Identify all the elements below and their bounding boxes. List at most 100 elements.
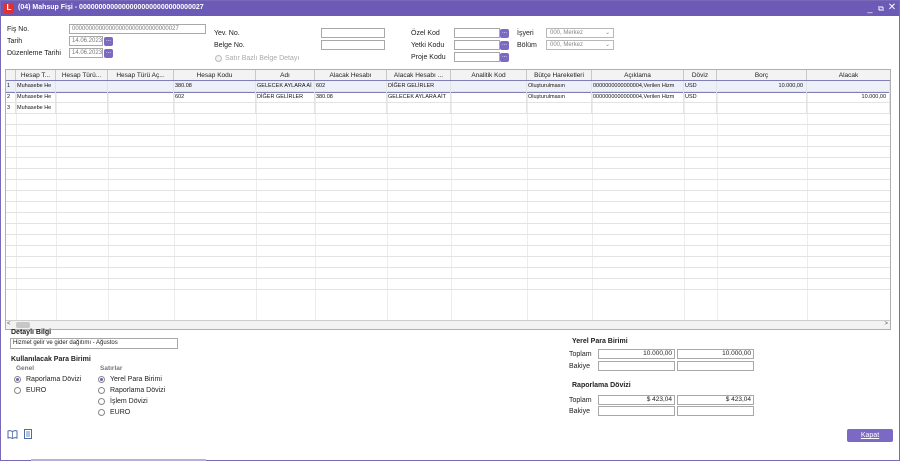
table-cell-hesap-turu[interactable]	[56, 81, 108, 92]
table-cell-hesap-turu-ac[interactable]	[108, 92, 174, 103]
table-cell-hesap-t[interactable]: Muhasebe He	[16, 103, 56, 114]
table-cell-no[interactable]: 2	[6, 92, 16, 103]
transaction-grid[interactable]: Hesap T... Hesap Türü... Hesap Türü Aç..…	[5, 69, 891, 330]
table-cell-hesap-t[interactable]: Muhasebe He	[16, 92, 56, 103]
table-cell-borc[interactable]	[717, 103, 807, 114]
table-row[interactable]	[6, 136, 890, 147]
column-header[interactable]: Döviz	[684, 70, 717, 81]
column-header[interactable]: Borç	[717, 70, 807, 81]
table-cell-no[interactable]: 1	[6, 81, 16, 92]
table-row[interactable]: 2 Muhasebe He 602 DİĞER GELİRLER 380.08 GELEC…	[6, 92, 890, 103]
genel-euro-radio[interactable]	[14, 387, 21, 394]
ozel-kod-input[interactable]	[454, 28, 500, 38]
table-cell-doviz[interactable]: USD	[684, 81, 717, 92]
table-cell-aciklama[interactable]: 0000000000000004,Verilen Hizm	[592, 92, 684, 103]
table-cell-alacak-hesabi-adi[interactable]: DİĞER GELİRLER	[387, 81, 451, 92]
table-cell-hesap-t[interactable]: Muhasebe He	[16, 81, 56, 92]
genel-raporlama-dovizi-radio[interactable]	[14, 376, 21, 383]
table-cell-butce[interactable]: Oluşturulmasın	[527, 81, 592, 92]
table-row[interactable]	[6, 114, 890, 125]
proje-kodu-lookup-button[interactable]: ...	[500, 53, 509, 62]
table-row[interactable]	[6, 169, 890, 180]
table-row[interactable]	[6, 213, 890, 224]
book-icon[interactable]	[7, 430, 18, 441]
satirlar-raporlama-radio[interactable]	[98, 387, 105, 394]
ozel-kod-lookup-button[interactable]: ...	[500, 29, 509, 38]
table-cell-no[interactable]: 3	[6, 103, 16, 114]
table-cell-alacak-hesabi[interactable]: 602	[315, 81, 387, 92]
table-cell-alacak-hesabi[interactable]	[315, 103, 387, 114]
isyeri-select[interactable]: 000, Merkez ⌄	[546, 28, 614, 38]
duzenleme-tarihi-input[interactable]: 14.06.2023	[69, 48, 103, 58]
table-cell-aciklama[interactable]: 0000000000000004,Verilen Hizm	[592, 81, 684, 92]
table-row[interactable]	[6, 158, 890, 169]
kapat-button[interactable]: Kapat	[847, 429, 893, 442]
column-header[interactable]: Analitik Kod	[451, 70, 527, 81]
table-cell-hesap-turu[interactable]	[56, 92, 108, 103]
table-cell-hesap-turu-ac[interactable]	[108, 81, 174, 92]
column-header[interactable]: Hesap Türü...	[56, 70, 108, 81]
table-cell-alacak-hesabi[interactable]: 380.08	[315, 92, 387, 103]
column-header[interactable]: Açıklama	[592, 70, 684, 81]
table-cell-butce[interactable]	[527, 103, 592, 114]
table-cell-alacak[interactable]	[807, 81, 890, 92]
column-header[interactable]: Alacak Hesabı ...	[387, 70, 451, 81]
table-row[interactable]	[6, 202, 890, 213]
table-cell-alacak[interactable]: 10.000,00	[807, 92, 890, 103]
column-header[interactable]: Alacak Hesabı	[315, 70, 387, 81]
minimize-icon[interactable]: _	[865, 2, 875, 14]
table-cell-borc[interactable]: 10.000,00	[717, 81, 807, 92]
table-cell-adi[interactable]	[256, 103, 315, 114]
close-icon[interactable]: ✕	[887, 2, 897, 14]
column-header[interactable]: Alacak	[807, 70, 890, 81]
satirlar-islem-radio[interactable]	[98, 398, 105, 405]
table-cell-alacak[interactable]	[807, 103, 890, 114]
table-cell-aciklama[interactable]	[592, 103, 684, 114]
table-cell-adi[interactable]: GELECEK AYLARA Aİ	[256, 81, 315, 92]
table-cell-alacak-hesabi-adi[interactable]	[387, 103, 451, 114]
table-row[interactable]	[6, 235, 890, 246]
document-icon[interactable]	[24, 429, 32, 441]
yetki-kodu-input[interactable]	[454, 40, 500, 50]
table-row[interactable]	[6, 268, 890, 279]
bolum-select[interactable]: 000, Merkez ⌄	[546, 40, 614, 50]
table-cell-hesap-kodu[interactable]: 602	[174, 92, 256, 103]
yev-no-input[interactable]	[321, 28, 385, 38]
satir-bazli-checkbox[interactable]	[215, 55, 222, 62]
table-row[interactable]	[6, 147, 890, 158]
column-header[interactable]: Hesap T...	[16, 70, 56, 81]
duzenleme-tarihi-calendar-button[interactable]: ...	[104, 49, 113, 58]
fis-no-input[interactable]: 00000000000000000000000000000027	[69, 24, 206, 34]
scrollbar-thumb[interactable]	[16, 322, 30, 328]
scroll-right-icon[interactable]: >	[884, 321, 888, 327]
detayli-bilgi-input[interactable]: Hizmet gelir ve gider dağıtımı - Ağustos	[10, 338, 178, 349]
satirlar-yerel-radio[interactable]	[98, 376, 105, 383]
table-row[interactable]	[6, 246, 890, 257]
table-row[interactable]	[6, 191, 890, 202]
table-row[interactable]	[6, 125, 890, 136]
yetki-kodu-lookup-button[interactable]: ...	[500, 41, 509, 50]
table-cell-analitik[interactable]	[451, 92, 527, 103]
table-row[interactable]	[6, 257, 890, 268]
table-cell-hesap-turu[interactable]	[56, 103, 108, 114]
table-cell-analitik[interactable]	[451, 81, 527, 92]
column-header[interactable]: Adı	[256, 70, 315, 81]
table-cell-hesap-kodu[interactable]: 380.08	[174, 81, 256, 92]
table-cell-adi[interactable]: DİĞER GELİRLER	[256, 92, 315, 103]
tarih-input[interactable]: 14.06.2023	[69, 36, 103, 46]
column-header[interactable]: Bütçe Hareketleri	[527, 70, 592, 81]
table-cell-borc[interactable]	[717, 92, 807, 103]
satirlar-euro-radio[interactable]	[98, 409, 105, 416]
column-header[interactable]: Hesap Türü Aç...	[108, 70, 174, 81]
table-cell-hesap-kodu[interactable]	[174, 103, 256, 114]
table-cell-analitik[interactable]	[451, 103, 527, 114]
restore-icon[interactable]: ⧉	[876, 3, 886, 15]
belge-no-input[interactable]	[321, 40, 385, 50]
table-row[interactable]	[6, 224, 890, 235]
proje-kodu-input[interactable]	[454, 52, 500, 62]
table-row[interactable]	[6, 180, 890, 191]
table-row[interactable]	[6, 279, 890, 290]
table-row[interactable]: 1 Muhasebe He 380.08 GELECEK AYLARA Aİ 602 Dİ…	[6, 80, 890, 93]
title-bar[interactable]: L (04) Mahsup Fişi - 0000000000000000000…	[1, 1, 899, 16]
horizontal-scrollbar[interactable]: < >	[6, 320, 890, 329]
